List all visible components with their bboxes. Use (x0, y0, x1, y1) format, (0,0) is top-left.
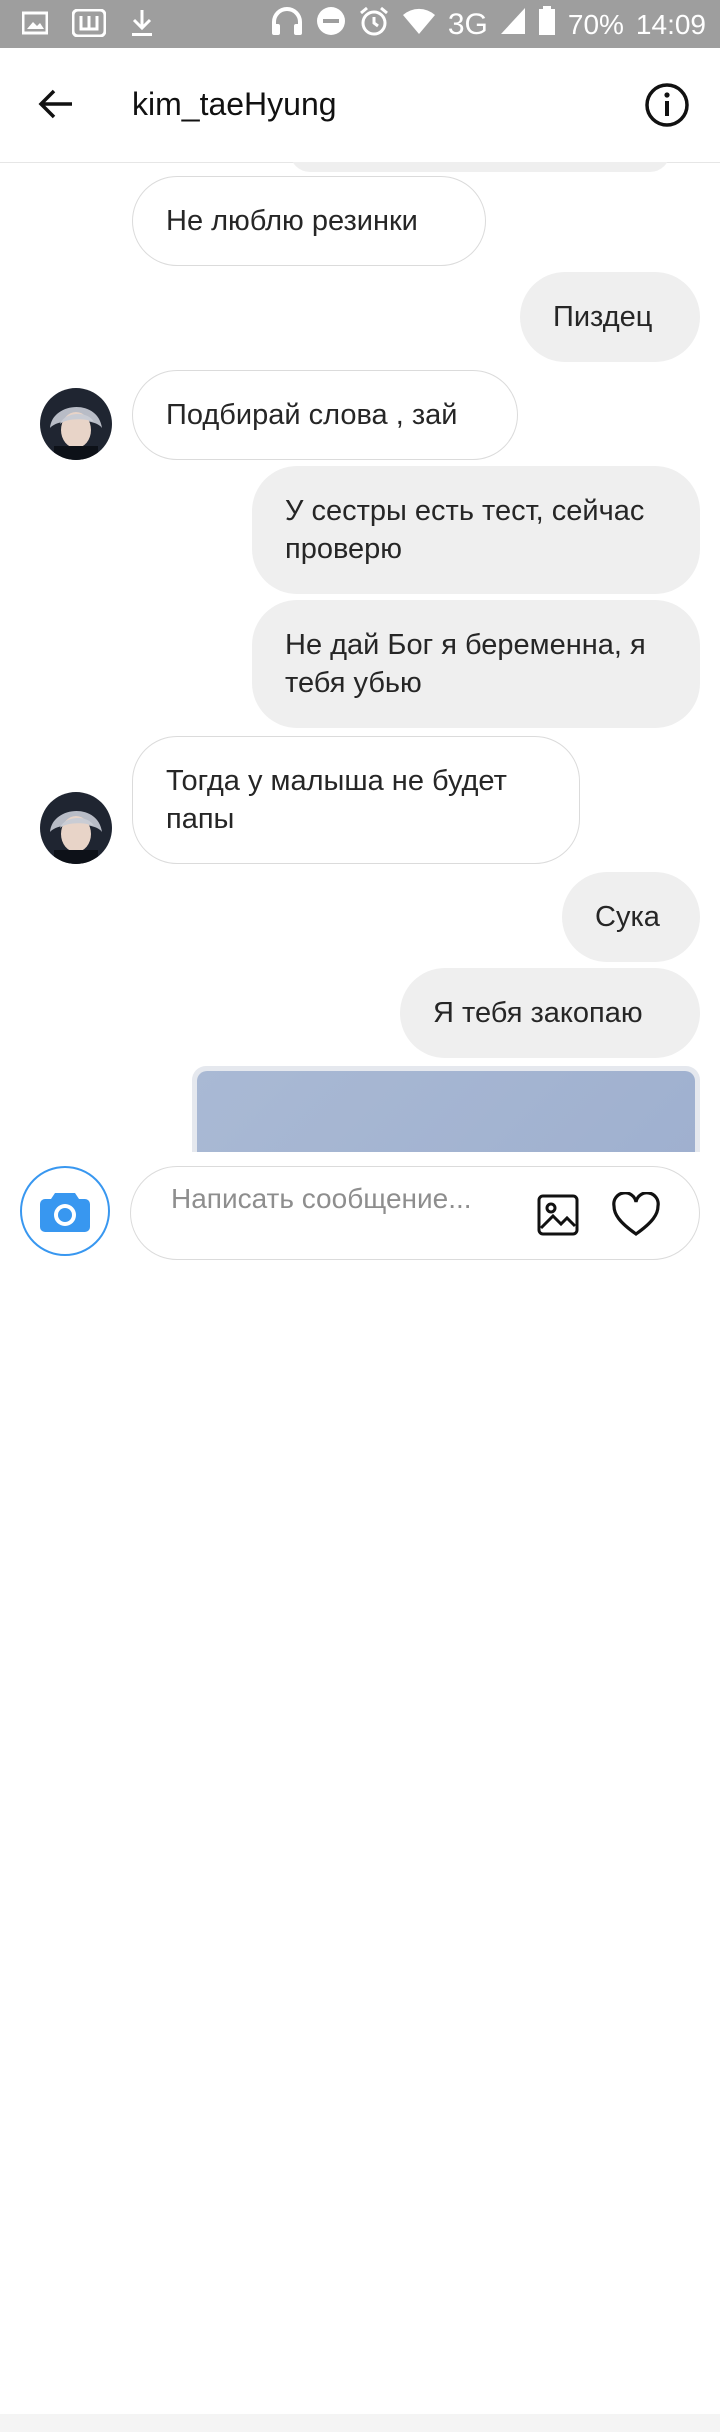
message-input-placeholder: Написать сообщение... (171, 1183, 472, 1214)
arrow-left-icon (38, 89, 72, 119)
message-bubble-outgoing: Не дай Бог я беременна, я тебя убью (252, 600, 700, 728)
message-bubble-incoming: Не люблю резинки (132, 176, 486, 266)
wifi-icon (402, 7, 436, 42)
message-thread[interactable]: Не люблю резинки Пиздец Подбирай слова ,… (0, 162, 720, 1152)
message-text: Не люблю резинки (166, 205, 418, 237)
message-bubble-outgoing: У сестры есть тест, сейчас проверю (252, 466, 700, 594)
message-bubble-incoming: Тогда у малыша не будет папы (132, 736, 580, 864)
back-button[interactable] (36, 84, 76, 124)
chat-header: kim_taeHyung (0, 48, 720, 163)
message-composer: Написать сообщение... (0, 1152, 720, 2432)
network-type: 3G (447, 7, 488, 41)
like-button[interactable] (611, 1191, 661, 1238)
download-icon (130, 8, 154, 43)
status-bar: 3G 70% 14:09 (0, 0, 720, 48)
info-button[interactable] (644, 82, 690, 128)
do-not-disturb-icon (316, 6, 346, 43)
message-text: У сестры есть тест, сейчас проверю (285, 495, 645, 565)
alarm-icon (358, 5, 390, 44)
signal-icon (500, 7, 526, 42)
message-bubble-outgoing: Сука (562, 872, 700, 962)
camera-button[interactable] (20, 1166, 110, 1256)
chat-title[interactable]: kim_taeHyung (132, 86, 337, 123)
message-text: Сука (595, 901, 660, 933)
photo-message[interactable] (192, 1066, 700, 1152)
message-text: Я тебя закопаю (433, 997, 643, 1029)
battery-level: 70% (567, 8, 624, 40)
gallery-button[interactable] (537, 1194, 579, 1236)
message-bubble-incoming: Подбирай слова , зай (132, 370, 518, 460)
app-notification-icon (71, 8, 107, 42)
clock: 14:09 (635, 8, 706, 40)
gallery-notification-icon (21, 11, 49, 40)
headphones-icon (270, 6, 304, 43)
photo-preview (197, 1071, 695, 1152)
avatar[interactable] (40, 792, 112, 864)
message-text: Не дай Бог я беременна, я тебя убью (285, 629, 646, 699)
heart-icon (612, 1191, 660, 1236)
message-text: Пиздец (553, 301, 653, 333)
camera-icon (40, 1193, 90, 1232)
info-icon (645, 83, 689, 127)
previous-message-bubble (290, 162, 670, 172)
bottom-bar (0, 2414, 720, 2432)
avatar[interactable] (40, 388, 112, 460)
image-icon (537, 1194, 579, 1236)
message-text: Тогда у малыша не будет папы (166, 765, 507, 835)
message-text: Подбирай слова , зай (166, 399, 458, 431)
message-bubble-outgoing: Я тебя закопаю (400, 968, 700, 1058)
message-bubble-outgoing: Пиздец (520, 272, 700, 362)
message-input[interactable]: Написать сообщение... (130, 1166, 700, 1260)
battery-icon (538, 6, 556, 43)
